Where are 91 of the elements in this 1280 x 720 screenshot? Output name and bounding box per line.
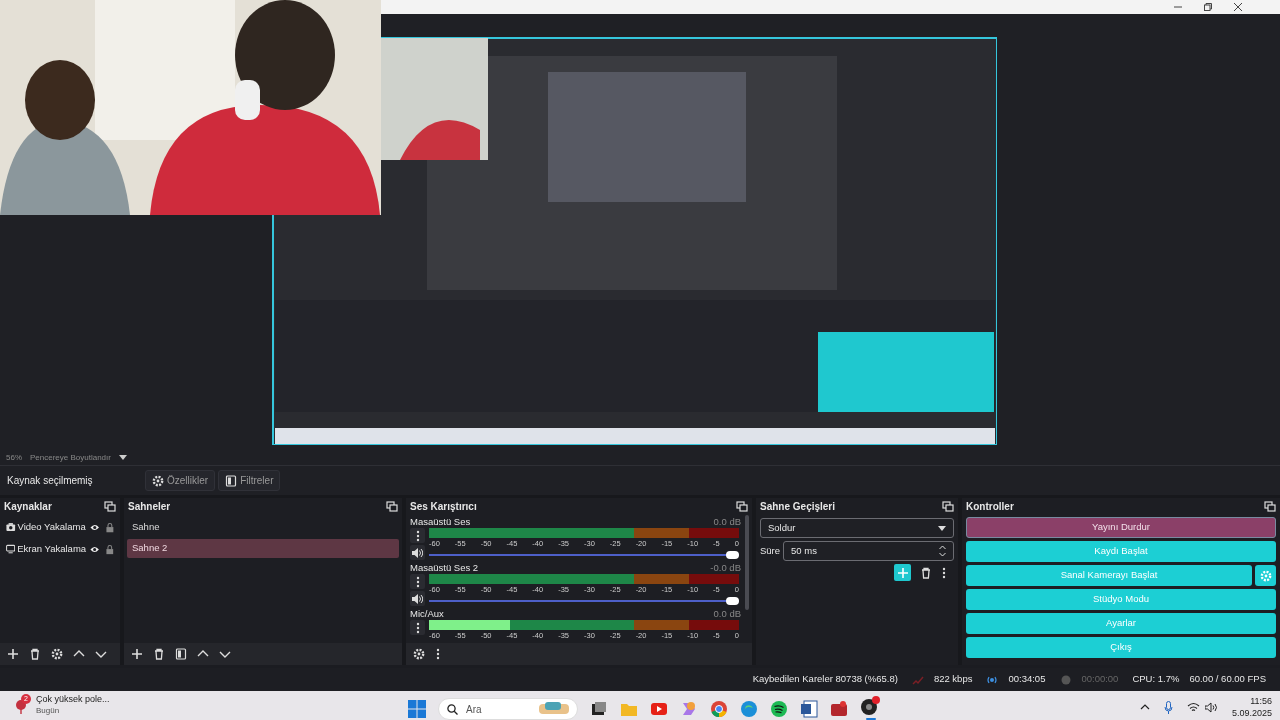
- notification-title: Çok yüksek pole...: [36, 694, 110, 705]
- stream-time: 00:34:05: [1008, 672, 1046, 687]
- db-reading: -0.0 dB: [710, 561, 741, 574]
- recorder-app-icon[interactable]: [860, 696, 882, 716]
- notification-subtitle: Bugün: [36, 705, 61, 716]
- transition-dropdown[interactable]: Soldur: [760, 518, 954, 538]
- panel-title: Sahneler: [128, 500, 171, 514]
- undock-icon[interactable]: [736, 501, 748, 512]
- panel-title: Kaynaklar: [4, 500, 52, 514]
- source-item[interactable]: Ekran Yakalama: [6, 541, 114, 557]
- microphone-icon[interactable]: [1163, 700, 1173, 714]
- properties-button[interactable]: Özellikler: [145, 470, 216, 491]
- remove-icon[interactable]: [920, 566, 932, 579]
- search-field[interactable]: Ara: [438, 698, 578, 720]
- fps-label: 60.00 / 60.00 FPS: [1189, 672, 1266, 687]
- restore-icon: [1204, 3, 1212, 11]
- menu-icon[interactable]: [414, 529, 421, 542]
- gear-icon: [1259, 569, 1272, 582]
- remove-icon[interactable]: [29, 648, 41, 660]
- undock-icon[interactable]: [386, 501, 398, 512]
- db-reading: 0.0 dB: [713, 515, 741, 528]
- settings-button[interactable]: [1255, 565, 1276, 586]
- close-icon: [1234, 3, 1242, 11]
- undock-icon[interactable]: [942, 501, 954, 512]
- gear-icon: [152, 474, 164, 487]
- scrollbar[interactable]: [745, 515, 749, 610]
- duration-field[interactable]: 50 ms: [783, 541, 954, 561]
- clock-date: 5.09.2025: [1231, 707, 1272, 719]
- speaker-icon[interactable]: [412, 547, 423, 558]
- dropped-frames-label: Kaybedilen Kareler 80738 (%65.8): [752, 672, 898, 687]
- settings-icon[interactable]: [51, 648, 63, 660]
- channel-name: Masaüstü Ses 2: [410, 561, 479, 574]
- speaker-icon[interactable]: [412, 593, 423, 604]
- scene-item[interactable]: Sahne 2: [127, 539, 399, 558]
- weather-alert-icon: [14, 698, 28, 714]
- caret-icon[interactable]: [118, 454, 127, 461]
- settings-icon[interactable]: [413, 648, 425, 660]
- source-status-label: Kaynak seçilmemiş: [7, 474, 94, 488]
- panel-title: Ses Karıştırıcı: [410, 500, 477, 514]
- browser-icon[interactable]: [710, 700, 728, 718]
- scale-mode-label: Pencereye Boyutlandır: [30, 451, 111, 464]
- add-icon[interactable]: [131, 648, 143, 660]
- lock-icon[interactable]: [106, 521, 114, 533]
- menu-icon[interactable]: [435, 648, 441, 660]
- broadcast-icon: [986, 674, 999, 685]
- duration-label: Süre: [760, 543, 781, 558]
- channel-name: Masaüstü Ses: [410, 515, 471, 528]
- undock-icon[interactable]: [104, 501, 116, 512]
- lock-icon[interactable]: [106, 543, 114, 555]
- add-icon[interactable]: [7, 648, 19, 660]
- network-icon: [911, 674, 924, 685]
- chevron-up-icon[interactable]: [1139, 704, 1150, 710]
- bitrate-label: 822 kbps: [933, 672, 973, 687]
- zoom-level: 56%: [6, 451, 22, 464]
- windows-start-icon[interactable]: [408, 700, 426, 718]
- monitor-icon: [6, 544, 16, 554]
- menu-icon[interactable]: [414, 621, 421, 634]
- control-button[interactable]: Yayını Durdur: [966, 517, 1276, 538]
- filter-icon: [225, 474, 238, 487]
- channel-name: Mic/Aux: [410, 607, 444, 620]
- menu-icon[interactable]: [414, 575, 421, 588]
- task-view-icon[interactable]: [590, 700, 608, 718]
- spin-arrows-icon: [939, 545, 946, 557]
- minimize-icon: [1174, 3, 1182, 11]
- volume-slider[interactable]: [429, 596, 739, 606]
- remove-icon[interactable]: [153, 648, 165, 660]
- record-time: 00:00:00: [1081, 672, 1119, 687]
- panel-title: Sahne Geçişleri: [760, 500, 836, 514]
- scene-item[interactable]: Sahne: [127, 518, 399, 537]
- eye-icon[interactable]: [89, 522, 100, 532]
- undock-icon[interactable]: [1264, 501, 1276, 512]
- source-item[interactable]: Video Yakalama: [6, 519, 114, 535]
- music-app-icon[interactable]: [770, 700, 788, 718]
- panel-title: Kontroller: [966, 500, 1014, 514]
- video-icon[interactable]: [650, 700, 668, 718]
- cpu-usage: CPU: 1.7%: [1132, 672, 1180, 687]
- document-app-icon[interactable]: [800, 700, 818, 718]
- filter-icon[interactable]: [175, 648, 187, 660]
- wifi-icon[interactable]: [1186, 702, 1200, 712]
- camera-icon: [6, 522, 16, 532]
- volume-icon[interactable]: [1204, 701, 1218, 713]
- filters-button[interactable]: Filtreler: [218, 470, 281, 491]
- record-icon: [1061, 674, 1072, 685]
- caret-icon: [938, 525, 946, 531]
- plus-icon: [896, 566, 909, 579]
- eye-icon[interactable]: [90, 544, 100, 554]
- menu-icon[interactable]: [941, 566, 947, 579]
- clock-time: 11:56: [1250, 695, 1272, 707]
- volume-slider[interactable]: [429, 550, 739, 560]
- search-icon: [447, 703, 458, 715]
- db-reading: 0.0 dB: [713, 607, 741, 620]
